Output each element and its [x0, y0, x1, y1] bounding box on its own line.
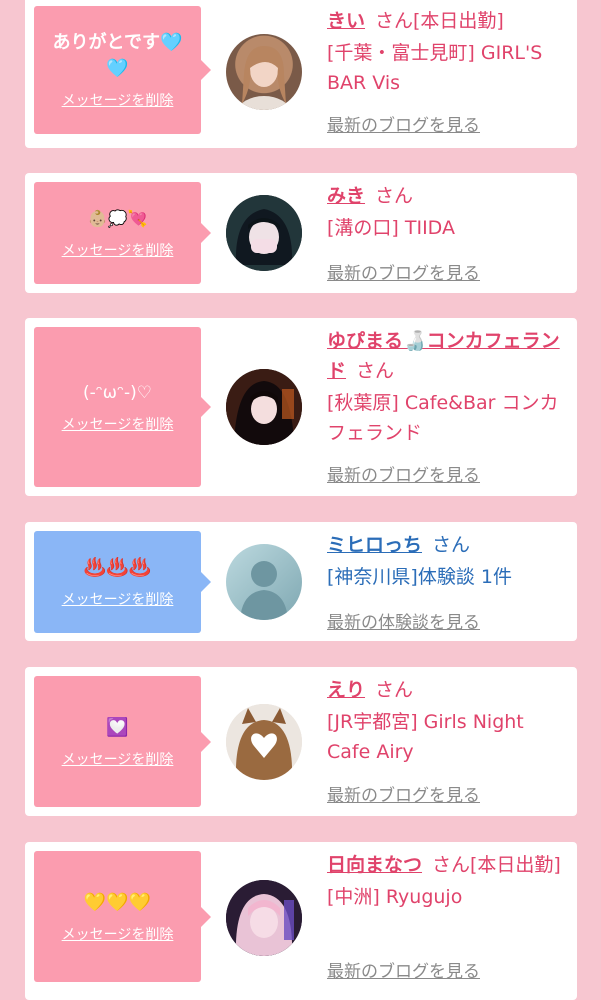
- cast-name-link[interactable]: きい: [327, 10, 365, 32]
- shop-name: [JR宇都宮] Girls Night Cafe Airy: [327, 711, 524, 763]
- message-card: ♨️♨️♨️ メッセージを削除 ミヒロっち さん [神奈川県]体験談 1件 最新の…: [25, 522, 577, 641]
- latest-blog-link[interactable]: 最新のブログを見る: [327, 111, 480, 136]
- message-card: 💛💛💛 メッセージを削除 日向まなつ さん[本日出勤] [中洲] Ryugujo …: [25, 842, 577, 1000]
- avatar-photo-icon: [226, 704, 302, 780]
- user-name-link[interactable]: ミヒロっち: [327, 534, 422, 556]
- avatar[interactable]: [226, 544, 302, 620]
- message-card: ありがとです🩵🩵 メッセージを削除 きい さん[本日出勤] [千葉・富士見町] G…: [25, 0, 577, 148]
- cast-name-link[interactable]: 日向まなつ: [327, 854, 422, 876]
- message-text: ♨️♨️♨️: [83, 557, 152, 578]
- message-bubble: 👶🏼💭💘 メッセージを削除: [34, 182, 211, 284]
- latest-review-link[interactable]: 最新の体験談を見る: [327, 608, 480, 633]
- latest-blog-link[interactable]: 最新のブログを見る: [327, 461, 480, 486]
- cast-info: 日向まなつ さん[本日出勤] [中洲] Ryugujo: [327, 850, 567, 912]
- avatar[interactable]: [226, 704, 302, 780]
- message-bubble: (-ᵔωᵔ-)♡ メッセージを削除: [34, 327, 211, 487]
- cast-info: ゆぴまる🍶コンカフェランド さん [秋葉原] Cafe&Bar コンカフェランド: [327, 326, 567, 448]
- avatar-photo-icon: [226, 369, 302, 445]
- latest-blog-link[interactable]: 最新のブログを見る: [327, 259, 480, 284]
- message-card: (-ᵔωᵔ-)♡ メッセージを削除 ゆぴまる🍶コンカフェランド さん [秋葉原] …: [25, 318, 577, 496]
- avatar-photo-icon: [226, 880, 302, 956]
- avatar[interactable]: [226, 369, 302, 445]
- user-suffix: さん: [432, 534, 471, 556]
- delete-message-link[interactable]: メッセージを削除: [62, 90, 174, 110]
- cast-suffix: さん: [375, 185, 414, 207]
- shop-name: [秋葉原] Cafe&Bar コンカフェランド: [327, 392, 559, 444]
- cast-info: えり さん [JR宇都宮] Girls Night Cafe Airy: [327, 675, 567, 767]
- avatar[interactable]: [226, 34, 302, 110]
- message-text: (-ᵔωᵔ-)♡: [82, 383, 153, 403]
- cast-suffix: さん[本日出勤]: [432, 854, 561, 876]
- cast-suffix: さん: [356, 360, 395, 382]
- avatar[interactable]: [226, 880, 302, 956]
- cast-suffix: さん: [375, 679, 414, 701]
- delete-message-link[interactable]: メッセージを削除: [62, 589, 174, 609]
- cast-info: きい さん[本日出勤] [千葉・富士見町] GIRL'S BAR Vis: [327, 6, 567, 98]
- delete-message-link[interactable]: メッセージを削除: [62, 924, 174, 944]
- message-bubble: ありがとです🩵🩵 メッセージを削除: [34, 6, 211, 134]
- cast-info: みき さん [溝の口] TIIDA: [327, 181, 567, 243]
- cast-name-link[interactable]: みき: [327, 185, 365, 207]
- message-card: 💟 メッセージを削除 えり さん [JR宇都宮] Girls Night Cafe…: [25, 667, 577, 816]
- avatar[interactable]: [226, 195, 302, 271]
- message-bubble: 💟 メッセージを削除: [34, 676, 211, 807]
- cast-suffix: さん[本日出勤]: [375, 10, 504, 32]
- cast-name-link[interactable]: えり: [327, 679, 365, 701]
- delete-message-link[interactable]: メッセージを削除: [62, 749, 174, 769]
- message-text: 👶🏼💭💘: [87, 209, 148, 228]
- message-bubble: ♨️♨️♨️ メッセージを削除: [34, 531, 211, 633]
- shop-name: [千葉・富士見町] GIRL'S BAR Vis: [327, 42, 543, 94]
- message-text: 💟: [106, 716, 129, 738]
- shop-name: [溝の口] TIIDA: [327, 217, 455, 239]
- message-text: ありがとです🩵🩵: [52, 32, 183, 79]
- no-photo-silhouette-icon: [240, 561, 288, 620]
- latest-blog-link[interactable]: 最新のブログを見る: [327, 957, 480, 982]
- review-count: [神奈川県]体験談 1件: [327, 566, 512, 588]
- message-card: 👶🏼💭💘 メッセージを削除 みき さん [溝の口] TIIDA 最新のブログを見る: [25, 173, 577, 293]
- avatar-photo-icon: [238, 46, 290, 110]
- cast-info: ミヒロっち さん [神奈川県]体験談 1件: [327, 530, 567, 592]
- avatar-photo-icon: [226, 195, 302, 271]
- delete-message-link[interactable]: メッセージを削除: [62, 414, 174, 434]
- latest-blog-link[interactable]: 最新のブログを見る: [327, 781, 480, 806]
- delete-message-link[interactable]: メッセージを削除: [62, 240, 174, 260]
- shop-name: [中洲] Ryugujo: [327, 886, 463, 908]
- message-text: 💛💛💛: [83, 891, 152, 913]
- message-bubble: 💛💛💛 メッセージを削除: [34, 851, 211, 982]
